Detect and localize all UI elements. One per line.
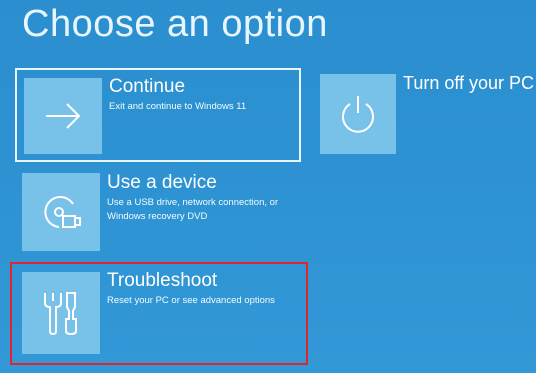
continue-label: Continue [109, 76, 186, 97]
use-device-label: Use a device [107, 172, 217, 193]
turn-off-label: Turn off your PC [403, 73, 535, 93]
continue-description: Exit and continue to Windows 11 [109, 101, 247, 112]
continue-tile[interactable] [24, 78, 102, 154]
power-icon [342, 96, 374, 133]
use-device-description: Use a USB drive, network connection, or … [107, 197, 279, 222]
troubleshoot-tile[interactable] [22, 272, 100, 354]
use-device-tile[interactable] [22, 173, 100, 251]
use-device-option[interactable]: Use a device Use a USB drive, network co… [15, 166, 301, 258]
tools-icon [44, 292, 77, 336]
continue-option[interactable]: Continue Exit and continue to Windows 11 [15, 68, 301, 162]
turn-off-tile[interactable] [320, 74, 396, 154]
arrow-right-icon [46, 103, 81, 129]
troubleshoot-description: Reset your PC or see advanced options [107, 295, 275, 306]
troubleshoot-option[interactable]: Troubleshoot Reset your PC or see advanc… [15, 262, 301, 362]
troubleshoot-label: Troubleshoot [107, 270, 218, 291]
disc-usb-icon [44, 196, 81, 228]
turn-off-option[interactable]: Turn off your PC [316, 68, 535, 158]
page-title: Choose an option [22, 3, 328, 45]
